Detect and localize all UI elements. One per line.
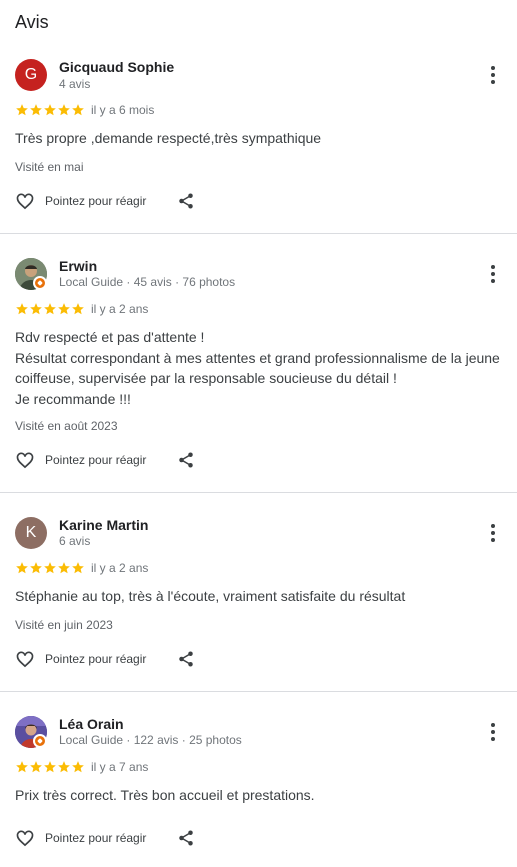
- divider: [0, 233, 517, 234]
- star-icon: [72, 562, 84, 574]
- star-icon: [16, 104, 28, 116]
- star-icon: [30, 562, 42, 574]
- star-icon: [72, 761, 84, 773]
- author-meta: Local Guide · 45 avis · 76 photos: [59, 275, 236, 289]
- star-icon: [44, 303, 56, 315]
- star-rating: [15, 302, 85, 316]
- local-guide-badge-icon: [33, 734, 47, 748]
- star-icon: [44, 562, 56, 574]
- star-rating: [15, 103, 85, 117]
- author-name[interactable]: Gicquaud Sophie: [59, 59, 174, 75]
- star-icon: [16, 761, 28, 773]
- star-icon: [58, 761, 70, 773]
- react-button[interactable]: Pointez pour réagir: [15, 450, 146, 470]
- react-label: Pointez pour réagir: [45, 194, 147, 208]
- react-label: Pointez pour réagir: [45, 652, 147, 666]
- more-options-button[interactable]: [484, 522, 502, 544]
- star-icon: [30, 761, 42, 773]
- star-icon: [58, 562, 70, 574]
- author-meta: Local Guide · 122 avis · 25 photos: [59, 733, 242, 747]
- review-date: il y a 6 mois: [91, 103, 155, 117]
- star-rating: [15, 760, 85, 774]
- star-rating: [15, 561, 85, 575]
- author-name[interactable]: Erwin: [59, 258, 97, 274]
- divider: [0, 691, 517, 692]
- heart-outline-icon: [16, 830, 34, 847]
- react-label: Pointez pour réagir: [45, 831, 147, 845]
- review-text: Rdv respecté et pas d'attente ! Résultat…: [15, 329, 500, 407]
- react-label: Pointez pour réagir: [45, 453, 147, 467]
- react-button[interactable]: Pointez pour réagir: [15, 828, 146, 848]
- heart-outline-icon: [16, 193, 34, 210]
- visited-date: Visité en mai: [15, 160, 84, 174]
- heart-outline-icon: [16, 452, 34, 469]
- star-icon: [58, 303, 70, 315]
- more-options-button[interactable]: [484, 263, 502, 285]
- share-icon[interactable]: [177, 192, 195, 210]
- divider: [0, 492, 517, 493]
- visited-date: Visité en août 2023: [15, 419, 118, 433]
- star-icon: [30, 303, 42, 315]
- avatar-letter: G: [24, 66, 38, 83]
- review-text: Très propre ,demande respecté,très sympa…: [15, 130, 322, 146]
- local-guide-badge-icon: [33, 276, 47, 290]
- avatar-letter: K: [25, 524, 37, 541]
- star-icon: [30, 104, 42, 116]
- visited-date: Visité en juin 2023: [15, 618, 113, 632]
- author-name[interactable]: Karine Martin: [59, 517, 148, 533]
- avatar[interactable]: G: [15, 59, 47, 91]
- star-icon: [44, 761, 56, 773]
- share-icon[interactable]: [177, 650, 195, 668]
- more-options-button[interactable]: [484, 64, 502, 86]
- star-icon: [16, 303, 28, 315]
- review-date: il y a 7 ans: [91, 760, 149, 774]
- share-icon[interactable]: [177, 829, 195, 847]
- review-text: Stéphanie au top, très à l'écoute, vraim…: [15, 588, 406, 604]
- star-icon: [58, 104, 70, 116]
- review-date: il y a 2 ans: [91, 302, 149, 316]
- review-text: Prix très correct. Très bon accueil et p…: [15, 787, 315, 803]
- author-meta: 4 avis: [59, 77, 91, 91]
- react-button[interactable]: Pointez pour réagir: [15, 649, 146, 669]
- star-icon: [44, 104, 56, 116]
- author-name[interactable]: Léa Orain: [59, 716, 124, 732]
- star-icon: [72, 104, 84, 116]
- review-date: il y a 2 ans: [91, 561, 149, 575]
- react-button[interactable]: Pointez pour réagir: [15, 191, 146, 211]
- star-icon: [16, 562, 28, 574]
- more-options-button[interactable]: [484, 721, 502, 743]
- heart-outline-icon: [16, 651, 34, 668]
- section-title: Avis: [15, 12, 49, 32]
- author-meta: 6 avis: [59, 534, 91, 548]
- star-icon: [72, 303, 84, 315]
- avatar[interactable]: K: [15, 517, 47, 549]
- share-icon[interactable]: [177, 451, 195, 469]
